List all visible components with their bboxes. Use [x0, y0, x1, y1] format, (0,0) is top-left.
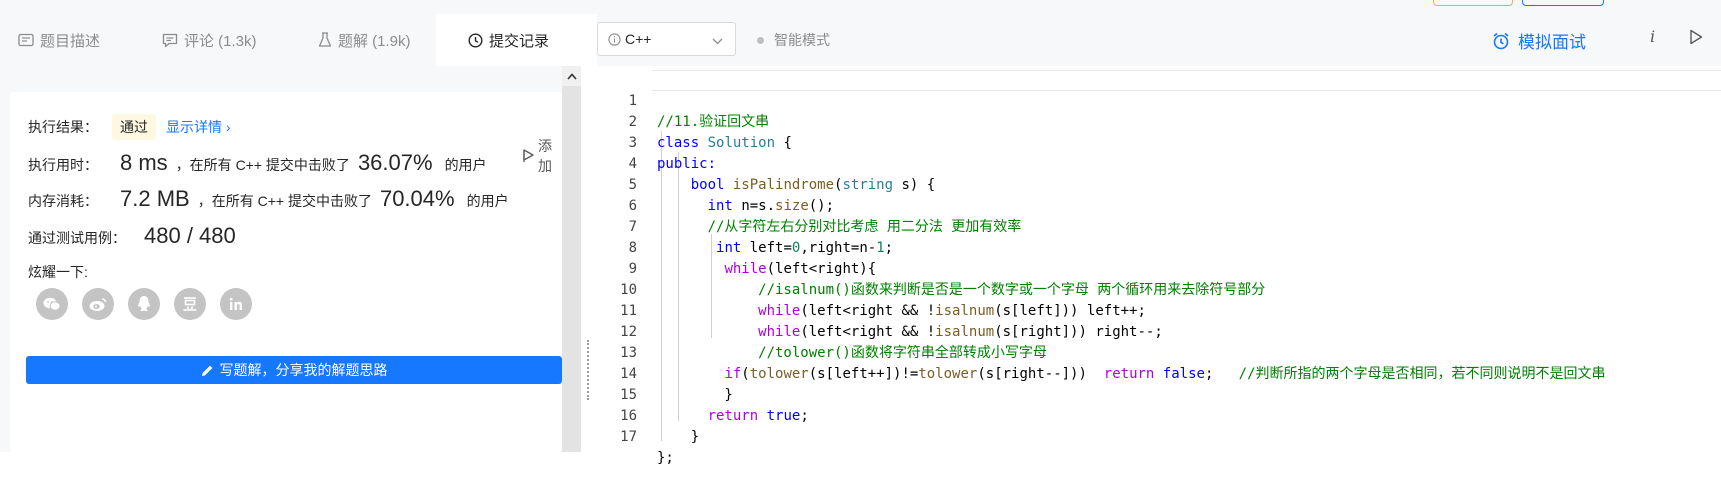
code-line: 7 int left=0,right=n-1;	[597, 196, 1721, 256]
code-line: 10 while(left<right && !isalnum(s[left])…	[597, 259, 1721, 319]
comment-icon	[162, 33, 178, 48]
tab-solutions[interactable]: 题解 (1.9k)	[282, 14, 436, 66]
memory-value: 7.2 MB	[120, 186, 190, 211]
left-scrollbar[interactable]	[562, 66, 581, 452]
linkedin-icon[interactable]	[220, 288, 252, 320]
run-icon[interactable]	[1689, 29, 1703, 50]
runtime-suffix: 的用户	[444, 157, 487, 173]
code-line: 16 }	[597, 385, 1721, 445]
memory-suffix: 的用户	[466, 193, 509, 209]
resize-handle[interactable]	[587, 340, 591, 400]
tab-label: 题解 (1.9k)	[338, 32, 411, 50]
code-line: 15 return true;	[597, 364, 1721, 424]
mode-dot-icon	[757, 36, 764, 44]
clock-icon	[468, 32, 483, 48]
memory-middle: ，在所有 C++ 提交中击败了	[197, 193, 372, 209]
tests-value: 480 / 480	[144, 223, 236, 248]
tab-submissions[interactable]: 提交记录	[436, 14, 565, 66]
status-badge: 通过	[112, 114, 156, 140]
qq-icon[interactable]	[128, 288, 160, 320]
code-line: 4 bool isPalindrome(string s) {	[597, 133, 1721, 193]
code-line: 11 while(left<right && !isalnum(s[right]…	[597, 280, 1721, 340]
code-text: }	[657, 429, 700, 445]
left-panel: 题目描述 评论 (1.3k) 题解 (1.9k) 提交记录 执行结果： 通过 显…	[0, 14, 581, 452]
share-row: 炫耀一下:	[28, 262, 88, 282]
memory-label: 内存消耗：	[28, 193, 98, 209]
add-note-label: 添加	[538, 138, 552, 174]
code-line: 13 if(tolower(s[left++])!=tolower(s[righ…	[597, 322, 1721, 382]
chevron-down-icon	[712, 32, 723, 48]
add-note-button[interactable]: 添加	[522, 136, 562, 176]
smart-mode-toggle[interactable]: 智能模式	[757, 30, 830, 50]
editor-toolbar: C++ 智能模式 模拟面试 i	[597, 14, 1721, 66]
smart-mode-label: 智能模式	[774, 32, 830, 48]
wechat-icon[interactable]	[36, 288, 68, 320]
code-line: 1 //11.验证回文串	[597, 70, 1721, 130]
memory-percent: 70.04%	[379, 186, 455, 211]
mock-interview-label: 模拟面试	[1518, 33, 1586, 52]
mock-interview-button[interactable]: 模拟面试	[1492, 28, 1586, 53]
flask-icon	[318, 32, 332, 48]
write-solution-button[interactable]: 写题解，分享我的解题思路	[26, 356, 562, 384]
show-details-link[interactable]: 显示详情 ›	[166, 117, 231, 137]
tab-comments[interactable]: 评论 (1.3k)	[136, 14, 282, 66]
douban-icon[interactable]	[174, 288, 206, 320]
line-number: 17	[620, 429, 637, 445]
code-editor[interactable]: 1 //11.验证回文串 2 class Solution { 3 public…	[597, 66, 1721, 466]
runtime-row: 执行用时： 8 ms ，在所有 C++ 提交中击败了 36.07% 的用户	[28, 150, 487, 176]
runtime-middle: ，在所有 C++ 提交中击败了	[175, 157, 350, 173]
code-line: 17 };	[597, 406, 1721, 466]
code-line: 5 int n=s.size();	[597, 154, 1721, 214]
tests-label: 通过测试用例：	[28, 230, 126, 246]
code-line: 8 while(left<right){	[597, 217, 1721, 277]
share-label: 炫耀一下:	[28, 264, 88, 280]
flag-icon	[522, 149, 534, 163]
scroll-up-arrow[interactable]	[562, 66, 581, 86]
tab-bar: 题目描述 评论 (1.3k) 题解 (1.9k) 提交记录	[0, 14, 565, 66]
memory-row: 内存消耗： 7.2 MB ，在所有 C++ 提交中击败了 70.04% 的用户	[28, 186, 509, 212]
code-line: 3 public:	[597, 112, 1721, 172]
runtime-label: 执行用时：	[28, 157, 98, 173]
info-circle-icon	[608, 32, 621, 46]
tab-label: 提交记录	[489, 32, 550, 50]
tests-row: 通过测试用例： 480 / 480	[28, 223, 244, 249]
code-line: 2 class Solution {	[597, 91, 1721, 151]
tab-label: 题目描述	[40, 32, 101, 50]
code-line: 14 }	[597, 343, 1721, 403]
language-select[interactable]: C++	[597, 22, 736, 56]
code-line: 12 //tolower()函数将字符串全部转成小写字母	[597, 301, 1721, 361]
result-label: 执行结果：	[28, 119, 98, 135]
tab-label: 评论 (1.3k)	[184, 32, 257, 50]
top-button-blue[interactable]	[1522, 0, 1604, 6]
info-button[interactable]: i	[1650, 27, 1655, 46]
write-solution-label: 写题解，分享我的解题思路	[219, 362, 388, 378]
editor-panel: C++ 智能模式 模拟面试 i 1 //11.验证回文串 2 class Sol…	[597, 14, 1721, 466]
result-row: 执行结果： 通过 显示详情 ›	[28, 114, 231, 140]
submission-result-card: 执行结果： 通过 显示详情 › 添加 执行用时： 8 ms ，在所有 C++ 提…	[10, 92, 562, 452]
language-label: C++	[625, 31, 652, 47]
weibo-icon[interactable]	[82, 288, 114, 320]
pencil-icon	[201, 364, 214, 377]
runtime-percent: 36.07%	[357, 150, 433, 175]
top-button-orange[interactable]	[1433, 0, 1513, 6]
code-line: 9 //isalnum()函数来判断是否是一个数字或一个字母 两个循环用来去除符…	[597, 238, 1721, 298]
alarm-clock-icon	[1492, 32, 1510, 50]
tab-description[interactable]: 题目描述	[0, 14, 136, 66]
runtime-value: 8 ms	[120, 150, 168, 175]
code-line: 6 //从字符左右分别对比考虑 用二分法 更加有效率	[597, 175, 1721, 235]
description-icon	[18, 33, 34, 47]
share-icons	[36, 288, 252, 320]
code-text: };	[657, 450, 674, 466]
